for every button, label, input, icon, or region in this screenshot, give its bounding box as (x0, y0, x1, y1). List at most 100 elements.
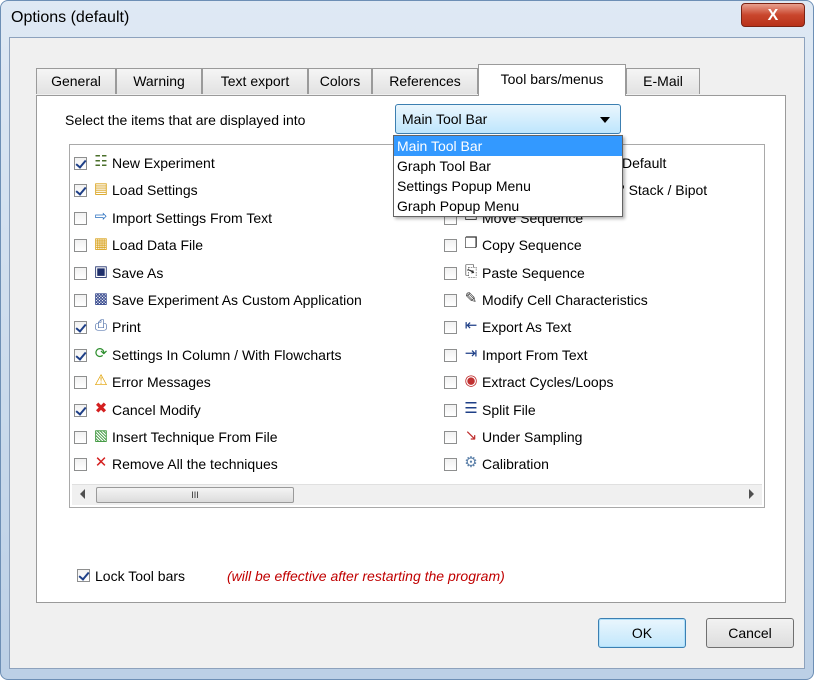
item-label: Insert Technique From File (112, 428, 278, 445)
tab-references[interactable]: References (372, 68, 478, 94)
options-dialog: Options (default) X General Warning Text… (0, 0, 814, 680)
dropdown-option[interactable]: Graph Tool Bar (394, 156, 622, 176)
dropdown-option[interactable]: Settings Popup Menu (394, 176, 622, 196)
dialog-client-area: General Warning Text export Colors Refer… (9, 37, 805, 669)
item-checkbox[interactable] (74, 211, 87, 225)
lock-toolbars-checkbox[interactable] (77, 569, 90, 582)
item-label: Save As (112, 264, 164, 281)
item-label: Default (622, 155, 667, 171)
list-item[interactable]: ⇥ Import From Text (442, 343, 764, 370)
item-checkbox[interactable] (74, 348, 87, 362)
flowchart-icon: ⟳ (94, 344, 108, 362)
list-item[interactable]: ▩ Save Experiment As Custom Application (72, 288, 442, 315)
list-item[interactable]: ◉ Extract Cycles/Loops (442, 370, 764, 397)
import-settings-icon: ⇨ (94, 207, 108, 225)
item-checkbox[interactable] (74, 321, 87, 335)
item-checkbox[interactable] (444, 376, 457, 390)
item-checkbox[interactable] (444, 348, 457, 362)
select-label: Select the items that are displayed into (65, 112, 306, 128)
list-item[interactable]: ⚙ Calibration (442, 452, 764, 479)
item-label: Remove All the techniques (112, 456, 278, 473)
warning-icon: ⚠ (94, 372, 108, 390)
item-label: Cancel Modify (112, 401, 201, 418)
list-item[interactable]: ▣ Save As (72, 261, 442, 288)
dropdown-option[interactable]: Main Tool Bar (394, 136, 622, 156)
item-label: Import Settings From Text (112, 209, 273, 226)
item-checkbox[interactable] (444, 293, 457, 307)
item-label: Load Settings (112, 182, 198, 199)
list-item[interactable]: ⟳ Settings In Column / With Flowcharts (72, 343, 442, 370)
item-checkbox[interactable] (74, 458, 87, 472)
list-item[interactable]: ▤ Load Settings (72, 178, 442, 205)
tab-warning[interactable]: Warning (116, 68, 202, 94)
copy-icon: ❐ (464, 235, 478, 253)
cancel-button[interactable]: Cancel (706, 618, 794, 648)
item-checkbox[interactable] (74, 430, 87, 444)
chevron-down-icon (600, 117, 610, 123)
list-item[interactable]: ❐ Copy Sequence (442, 233, 764, 260)
list-item[interactable]: ☰ Split File (442, 398, 764, 425)
gear-icon: ⚙ (464, 454, 478, 472)
item-checkbox[interactable] (74, 293, 87, 307)
tab-general[interactable]: General (36, 68, 116, 94)
scroll-right-icon[interactable] (749, 489, 754, 499)
item-checkbox[interactable] (444, 430, 457, 444)
item-label: Save Experiment As Custom Application (112, 291, 362, 308)
close-button[interactable]: X (741, 3, 805, 27)
split-file-icon: ☰ (464, 399, 478, 417)
item-checkbox[interactable] (74, 403, 87, 417)
item-checkbox[interactable] (444, 239, 457, 253)
list-item[interactable]: ☷ New Experiment (72, 151, 442, 178)
item-checkbox[interactable] (74, 184, 87, 198)
tab-tool-bars-menus[interactable]: Tool bars/menus (478, 64, 626, 96)
item-checkbox[interactable] (74, 239, 87, 253)
scroll-left-icon[interactable] (80, 489, 85, 499)
item-label: Split File (482, 401, 536, 418)
custom-app-icon: ▩ (93, 289, 109, 307)
lock-toolbars-note: (will be effective after restarting the … (227, 568, 505, 584)
list-item[interactable]: ⇤ Export As Text (442, 315, 764, 342)
load-data-icon: ▦ (93, 235, 109, 253)
item-checkbox[interactable] (74, 266, 87, 280)
list-item[interactable]: ✕ Remove All the techniques (72, 452, 442, 479)
printer-icon: ⎙ (94, 317, 107, 335)
item-checkbox[interactable] (444, 403, 457, 417)
item-label: Modify Cell Characteristics (482, 291, 648, 308)
dropdown-option[interactable]: Graph Popup Menu (394, 196, 622, 216)
toolbar-select-value: Main Tool Bar (402, 111, 488, 127)
list-item[interactable]: ▧ Insert Technique From File (72, 425, 442, 452)
item-label: Copy Sequence (482, 237, 582, 254)
load-settings-icon: ▤ (93, 180, 109, 198)
item-checkbox[interactable] (444, 266, 457, 280)
item-label: Load Data File (112, 237, 204, 254)
ok-button[interactable]: OK (598, 618, 686, 648)
item-checkbox[interactable] (444, 458, 457, 472)
scroll-thumb[interactable]: III (96, 487, 294, 503)
item-checkbox[interactable] (74, 376, 87, 390)
list-item[interactable]: ⇨ Import Settings From Text (72, 206, 442, 233)
tab-colors[interactable]: Colors (308, 68, 372, 94)
list-item[interactable]: ✖ Cancel Modify (72, 398, 442, 425)
toolbar-select[interactable]: Main Tool Bar (395, 104, 621, 134)
list-item[interactable]: ⎘ Paste Sequence (442, 261, 764, 288)
item-label: Calibration (482, 456, 549, 473)
item-label: Under Sampling (482, 428, 583, 445)
tab-email[interactable]: E-Mail (626, 68, 700, 94)
list-item[interactable]: ↘ Under Sampling (442, 425, 764, 452)
item-label: Extract Cycles/Loops (482, 374, 614, 391)
item-label: Import From Text (482, 346, 588, 363)
extract-cycles-icon: ◉ (464, 372, 478, 390)
title-bar[interactable]: Options (default) X (1, 1, 813, 39)
horizontal-scrollbar[interactable]: III (72, 484, 762, 505)
export-icon: ⇤ (464, 317, 478, 335)
list-item[interactable]: ✎ Modify Cell Characteristics (442, 288, 764, 315)
list-item[interactable]: ⎙ Print (72, 315, 442, 342)
paste-icon: ⎘ (464, 262, 477, 280)
tab-text-export[interactable]: Text export (202, 68, 308, 94)
item-checkbox[interactable] (74, 157, 87, 170)
list-item[interactable]: ▦ Load Data File (72, 233, 442, 260)
item-checkbox[interactable] (444, 321, 457, 335)
list-item[interactable]: ⚠ Error Messages (72, 370, 442, 397)
under-sampling-icon: ↘ (464, 426, 478, 444)
item-label: New Experiment (112, 155, 215, 171)
